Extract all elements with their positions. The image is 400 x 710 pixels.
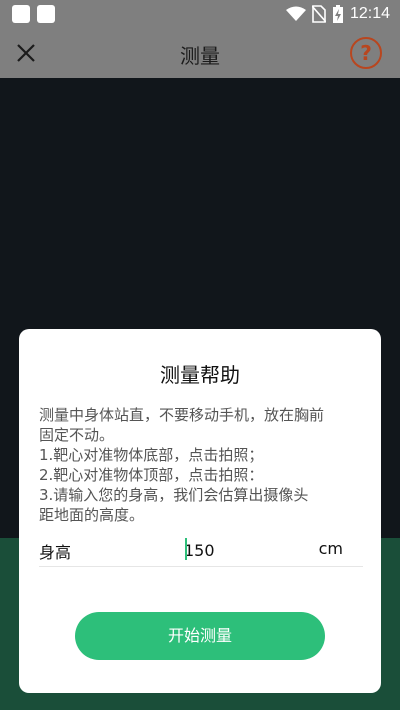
instruction-line: 距地面的高度。 xyxy=(39,506,145,524)
height-row: 身高 cm xyxy=(39,535,363,567)
status-icons: 12:14 xyxy=(285,4,390,24)
dialog-instructions: 测量中身体站直，不要移动手机，放在胸前 固定不动。 1.靶心对准物体底部，点击拍… xyxy=(39,405,363,525)
wifi-icon xyxy=(285,6,306,21)
help-dialog: 测量帮助 测量中身体站直，不要移动手机，放在胸前 固定不动。 1.靶心对准物体底… xyxy=(19,329,381,693)
start-measure-button[interactable]: 开始测量 xyxy=(75,612,325,660)
help-circle-icon[interactable]: ? xyxy=(350,37,382,69)
status-time: 12:14 xyxy=(349,5,390,22)
notification-square-icon xyxy=(12,5,30,23)
status-bar: 12:14 xyxy=(0,0,400,28)
page-title: 测量 xyxy=(180,44,220,68)
instruction-line: 2.靶心对准物体顶部，点击拍照： xyxy=(39,466,264,484)
instruction-line: 3.请输入您的身高，我们会估算出摄像头 xyxy=(39,486,309,504)
battery-charging-icon xyxy=(332,5,343,23)
height-label: 身高 xyxy=(39,543,72,562)
instruction-line: 测量中身体站直，不要移动手机，放在胸前 xyxy=(39,406,325,424)
instruction-line: 1.靶心对准物体底部，点击拍照； xyxy=(39,446,264,464)
height-input[interactable] xyxy=(184,537,304,563)
instruction-line: 固定不动。 xyxy=(39,426,115,444)
no-sim-icon xyxy=(311,5,326,23)
notification-square-icon xyxy=(37,5,55,23)
help-glyph: ? xyxy=(360,41,372,65)
height-unit: cm xyxy=(318,539,343,558)
text-caret xyxy=(185,538,187,560)
app-bar: 测量 ? xyxy=(0,28,400,78)
dialog-title: 测量帮助 xyxy=(160,363,240,387)
